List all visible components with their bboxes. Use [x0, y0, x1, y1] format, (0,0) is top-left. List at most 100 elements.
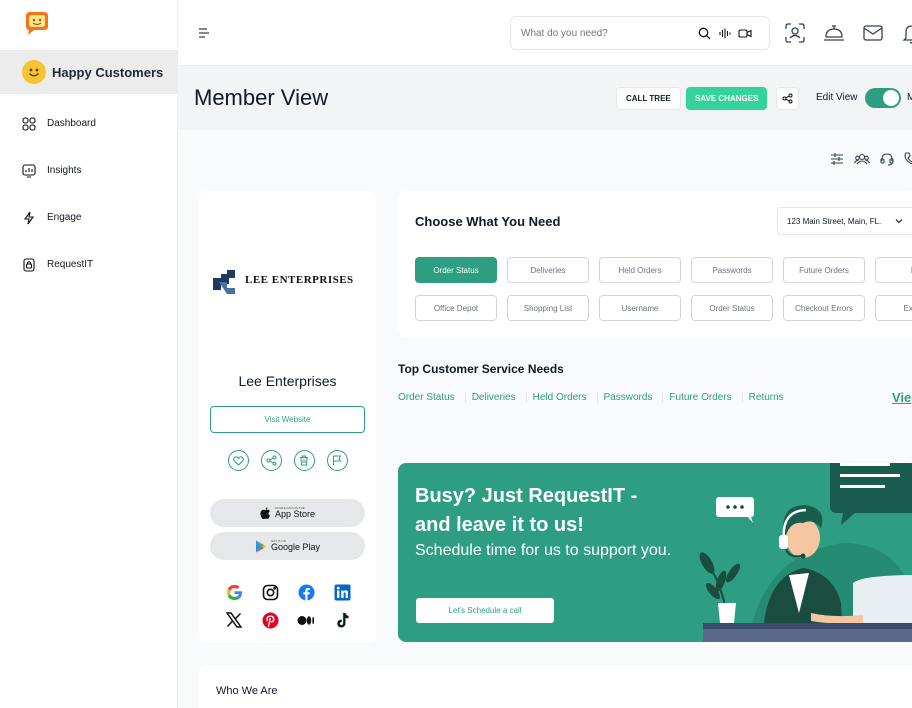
chip-checkout-errors[interactable]: Checkout Errors — [783, 295, 865, 321]
mail-icon[interactable] — [860, 20, 886, 46]
search-icon[interactable] — [698, 27, 711, 40]
chip-row: Office Depot Shopping List Username Orde… — [415, 295, 912, 321]
search-bar — [510, 16, 770, 50]
call-tree-button[interactable]: CALL TREE — [616, 87, 681, 110]
chip-row: Order Status Deliveries Held Orders Pass… — [415, 257, 912, 283]
company-logo-text: LEE ENTERPRISES — [245, 274, 354, 286]
chip-held-orders[interactable]: Held Orders — [599, 257, 681, 283]
brand-name: Happy Customers — [52, 64, 164, 80]
address-select[interactable]: 123 Main Street, Main, FL. — [777, 207, 912, 235]
medium-icon[interactable] — [297, 611, 315, 629]
need-link[interactable]: Deliveries — [472, 392, 527, 403]
search-input[interactable] — [521, 27, 691, 39]
favorite-icon[interactable] — [227, 450, 249, 471]
share-icon[interactable] — [260, 450, 282, 471]
who-we-are-card: Who We Are — [199, 665, 912, 708]
grid-icon — [22, 116, 36, 131]
sidebar-item-insights[interactable]: Insights — [0, 147, 178, 194]
linkedin-icon[interactable] — [333, 583, 351, 601]
edit-view-toggle[interactable] — [865, 88, 901, 108]
need-link[interactable]: Returns — [749, 392, 794, 403]
sidebar-item-engage[interactable]: Engage — [0, 194, 178, 241]
share-icon — [782, 93, 793, 104]
face-scan-icon[interactable] — [782, 20, 808, 46]
google-play-button[interactable]: GET IT ON Google Play — [210, 532, 365, 560]
share-button[interactable] — [776, 87, 799, 110]
phone-icon[interactable] — [904, 152, 912, 166]
app-store-button[interactable]: DOWNLOAD ON THE App Store — [210, 499, 365, 527]
schedule-call-button[interactable]: Let's Schedule a call — [416, 598, 554, 623]
sidebar-item-label: Dashboard — [47, 118, 96, 129]
sidebar-item-label: Insights — [47, 165, 82, 176]
pinterest-icon[interactable] — [261, 611, 279, 629]
who-we-are-title: Who We Are — [216, 685, 278, 697]
sidebar-item-requestit[interactable]: RequestIT — [0, 241, 178, 288]
toggle-knob — [883, 90, 899, 106]
google-icon[interactable] — [225, 583, 243, 601]
chip-passwords[interactable]: Passwords — [691, 257, 773, 283]
facebook-icon[interactable] — [297, 583, 315, 601]
chart-icon — [22, 163, 36, 178]
sidebar-item-dashboard[interactable]: Dashboard — [0, 100, 178, 147]
app-logo-icon[interactable] — [22, 10, 50, 38]
video-icon[interactable] — [738, 27, 752, 40]
lee-logo-mark-icon — [213, 270, 235, 294]
need-link[interactable]: Passwords — [604, 392, 664, 403]
sidebar-nav: Dashboard Insights Engage RequestIT — [0, 100, 178, 288]
tiktok-icon[interactable] — [333, 611, 351, 629]
need-link[interactable]: Order Status — [398, 392, 466, 403]
chip-order-status-2[interactable]: Order Status — [691, 295, 773, 321]
chip-future-orders[interactable]: Future Orders — [783, 257, 865, 283]
chip-shopping-list[interactable]: Shopping List — [507, 295, 589, 321]
google-play-label: Google Play — [270, 542, 321, 552]
sidebar-item-label: RequestIT — [47, 259, 94, 270]
app-store-label: App Store — [274, 509, 316, 519]
instagram-icon[interactable] — [261, 583, 279, 601]
choose-card: Choose What You Need 123 Main Street, Ma… — [398, 191, 912, 338]
top-bar — [178, 0, 912, 66]
chip-deliveries[interactable]: Deliveries — [507, 257, 589, 283]
headset-icon[interactable] — [880, 152, 894, 166]
sliders-icon[interactable] — [830, 152, 844, 166]
voice-icon[interactable] — [718, 27, 731, 40]
profile-actions — [199, 450, 376, 471]
mode-label: M — [907, 92, 912, 103]
chip-username[interactable]: Username — [599, 295, 681, 321]
address-value: 123 Main Street, Main, FL. — [787, 216, 882, 226]
toolbar-icons — [830, 152, 912, 166]
trash-icon[interactable] — [293, 450, 315, 471]
chip-order-status[interactable]: Order Status — [415, 257, 497, 283]
edit-view-label: Edit View — [816, 92, 858, 103]
need-chips: Order Status Deliveries Held Orders Pass… — [415, 257, 912, 333]
chip-office-depot[interactable]: Office Depot — [415, 295, 497, 321]
x-twitter-icon[interactable] — [225, 611, 243, 629]
sidebar: Happy Customers Dashboard Insights Engag… — [0, 0, 178, 708]
social-links — [216, 583, 360, 629]
view-all-link[interactable]: Vie — [892, 390, 911, 405]
request-icon — [23, 257, 35, 272]
top-icons — [782, 20, 912, 46]
profile-card: LEE ENTERPRISES Lee Enterprises Visit We… — [199, 191, 376, 643]
chip-returns[interactable]: Re — [875, 257, 912, 283]
company-name: Lee Enterprises — [238, 373, 337, 389]
service-bell-icon[interactable] — [821, 20, 847, 46]
flag-icon[interactable] — [326, 450, 348, 471]
need-link[interactable]: Held Orders — [533, 392, 598, 403]
save-changes-button[interactable]: SAVE CHANGES — [686, 87, 768, 110]
need-link[interactable]: Future Orders — [669, 392, 743, 403]
main-content: LEE ENTERPRISES Lee Enterprises Visit We… — [178, 130, 912, 708]
page-header: Member View CALL TREE SAVE CHANGES Edit … — [178, 66, 912, 130]
needs-title: Top Customer Service Needs — [398, 362, 564, 376]
promo-banner: Busy? Just RequestIT - and leave it to u… — [398, 463, 912, 642]
apple-icon — [260, 507, 270, 519]
group-icon[interactable] — [854, 152, 870, 166]
company-logo: LEE ENTERPRISES — [213, 266, 363, 294]
support-agent-illustration — [699, 463, 912, 642]
menu-icon[interactable] — [198, 26, 210, 44]
chip-extend[interactable]: Extend — [875, 295, 912, 321]
choose-title: Choose What You Need — [415, 214, 561, 229]
brand-selector[interactable]: Happy Customers — [0, 50, 178, 94]
notification-bell-icon[interactable] — [899, 20, 912, 46]
visit-website-button[interactable]: Visit Website — [210, 406, 365, 433]
lightning-icon — [23, 211, 35, 224]
